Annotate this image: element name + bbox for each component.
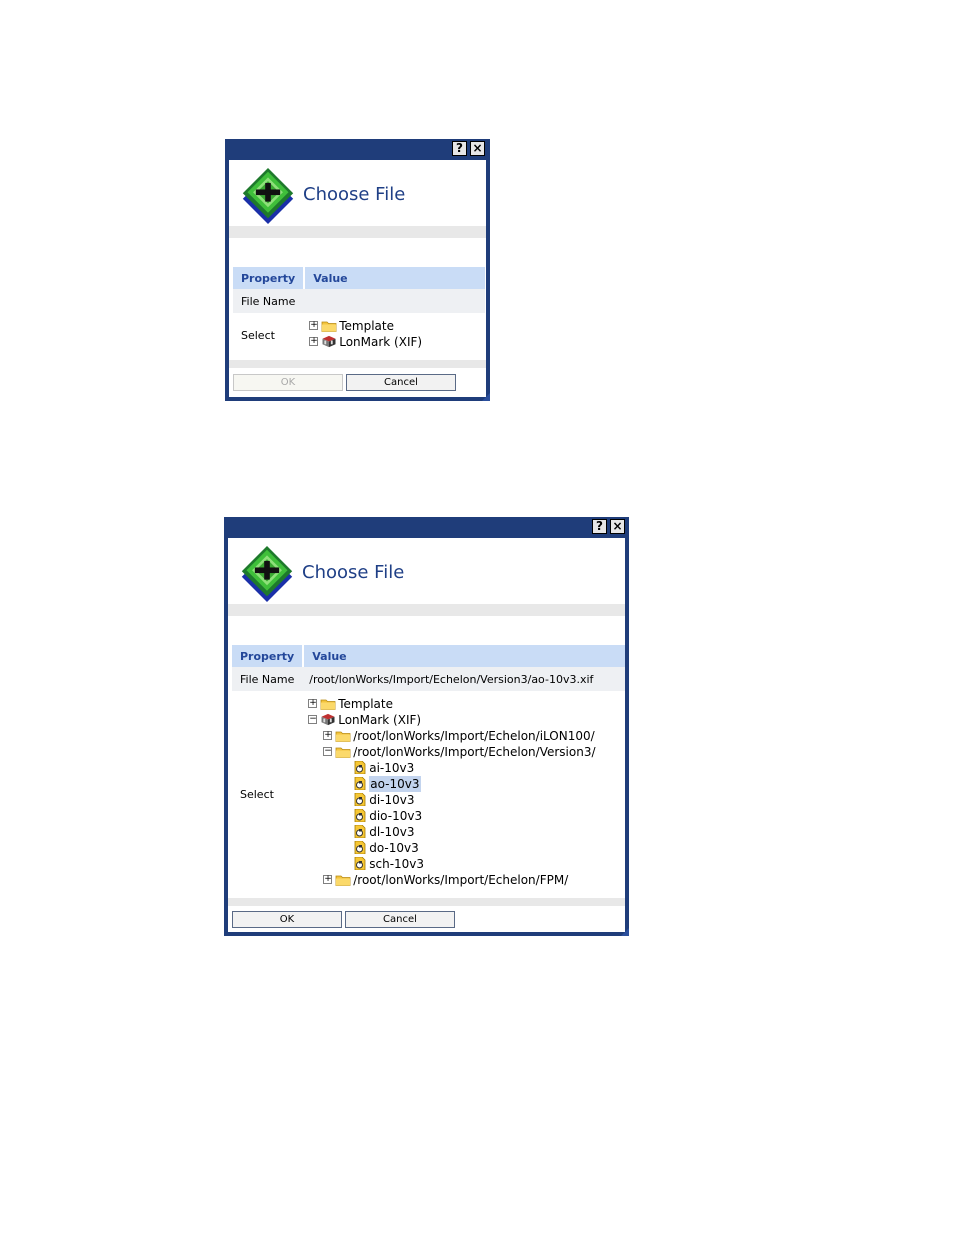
select-label: Select <box>241 328 275 342</box>
xif-file-icon <box>354 777 366 790</box>
tree-node-label: di-10v3 <box>369 793 415 807</box>
tree-node-label: LonMark (XIF) <box>339 335 423 349</box>
tree-node-label-selected: ao-10v3 <box>369 776 421 792</box>
choose-file-dialog-expanded: ? × Choose File Property Value File Name… <box>224 517 629 936</box>
collapse-icon[interactable]: − <box>308 715 318 724</box>
resize-grip-icon[interactable] <box>482 393 490 401</box>
select-tree-cell: + Template − LonMark (XIF) + /root/lonWo… <box>303 691 625 897</box>
choose-file-dialog-collapsed: ? × Choose File Property Value File Name… <box>225 139 490 401</box>
expand-icon[interactable]: + <box>309 337 319 346</box>
ilon-logo-icon <box>242 168 294 224</box>
tree-node-label: sch-10v3 <box>369 857 425 871</box>
expand-icon[interactable]: + <box>309 321 319 330</box>
folder-icon <box>335 731 351 742</box>
dialog-body: Choose File Property Value File Name /ro… <box>228 538 625 932</box>
lonmark-cube-icon <box>322 335 336 348</box>
dialog-header: Choose File <box>228 538 625 604</box>
resize-grip-icon[interactable] <box>621 928 629 936</box>
dialog-body: Choose File Property Value File Name Sel… <box>229 160 486 397</box>
dialog-title-bar[interactable]: ? × <box>225 139 490 159</box>
property-table: Property Value File Name Select + Templa… <box>233 267 485 357</box>
column-header-value: Value <box>302 645 625 667</box>
tree-node-label: LonMark (XIF) <box>338 713 422 727</box>
help-icon[interactable]: ? <box>592 519 607 534</box>
xif-file-icon <box>354 841 366 854</box>
file-name-label: File Name <box>233 289 305 313</box>
ok-button[interactable]: OK <box>232 911 342 928</box>
file-name-value <box>304 289 485 313</box>
expand-icon[interactable]: + <box>323 875 333 884</box>
tree-node-label: Template <box>338 697 393 711</box>
xif-file-icon <box>354 809 366 822</box>
tree-node-label: /root/lonWorks/Import/Echelon/Version3/ <box>353 745 596 759</box>
folder-icon <box>321 321 337 332</box>
divider-band <box>229 226 486 238</box>
close-icon[interactable]: × <box>610 519 625 534</box>
property-table: Property Value File Name /root/lonWorks/… <box>232 645 625 897</box>
divider-band <box>228 898 625 906</box>
close-icon[interactable]: × <box>470 141 485 156</box>
file-name-value: /root/lonWorks/Import/Echelon/Version3/a… <box>303 667 625 691</box>
xif-file-icon <box>354 825 366 838</box>
folder-icon <box>335 875 351 886</box>
xif-file-icon <box>354 761 366 774</box>
dialog-title: Choose File <box>302 562 405 583</box>
lonmark-cube-icon <box>321 713 335 726</box>
tree-node-label: dl-10v3 <box>369 825 415 839</box>
help-icon[interactable]: ? <box>452 141 467 156</box>
expand-icon[interactable]: + <box>323 731 333 740</box>
select-label: Select <box>240 787 274 801</box>
tree-node-label: /root/lonWorks/Import/Echelon/FPM/ <box>353 873 569 887</box>
collapse-icon[interactable]: − <box>323 747 333 756</box>
folder-icon <box>320 699 336 710</box>
select-tree-cell: + Template + LonMark (XIF) <box>304 313 485 357</box>
cancel-button[interactable]: Cancel <box>345 911 455 928</box>
file-tree: + Template − LonMark (XIF) + /root/lonWo… <box>304 694 624 894</box>
ilon-logo-icon <box>241 546 293 602</box>
dialog-header: Choose File <box>229 160 486 226</box>
folder-icon <box>335 747 351 758</box>
tree-node-label: Template <box>339 319 394 333</box>
column-header-property: Property <box>232 645 304 667</box>
expand-icon[interactable]: + <box>308 699 318 708</box>
tree-node-label: ai-10v3 <box>369 761 415 775</box>
column-header-property: Property <box>233 267 305 289</box>
column-header-value: Value <box>303 267 485 289</box>
divider-band <box>229 360 486 368</box>
xif-file-icon <box>354 793 366 806</box>
dialog-title: Choose File <box>303 184 406 205</box>
ok-button[interactable]: OK <box>233 374 343 391</box>
file-tree: + Template + LonMark (XIF) <box>305 315 484 355</box>
dialog-title-bar[interactable]: ? × <box>224 517 629 537</box>
xif-file-icon <box>354 857 366 870</box>
tree-node-label: /root/lonWorks/Import/Echelon/iLON100/ <box>353 729 595 743</box>
divider-band <box>228 604 625 616</box>
tree-node-label: do-10v3 <box>369 841 419 855</box>
file-name-label: File Name <box>232 667 304 691</box>
tree-node-label: dio-10v3 <box>369 809 423 823</box>
cancel-button[interactable]: Cancel <box>346 374 456 391</box>
